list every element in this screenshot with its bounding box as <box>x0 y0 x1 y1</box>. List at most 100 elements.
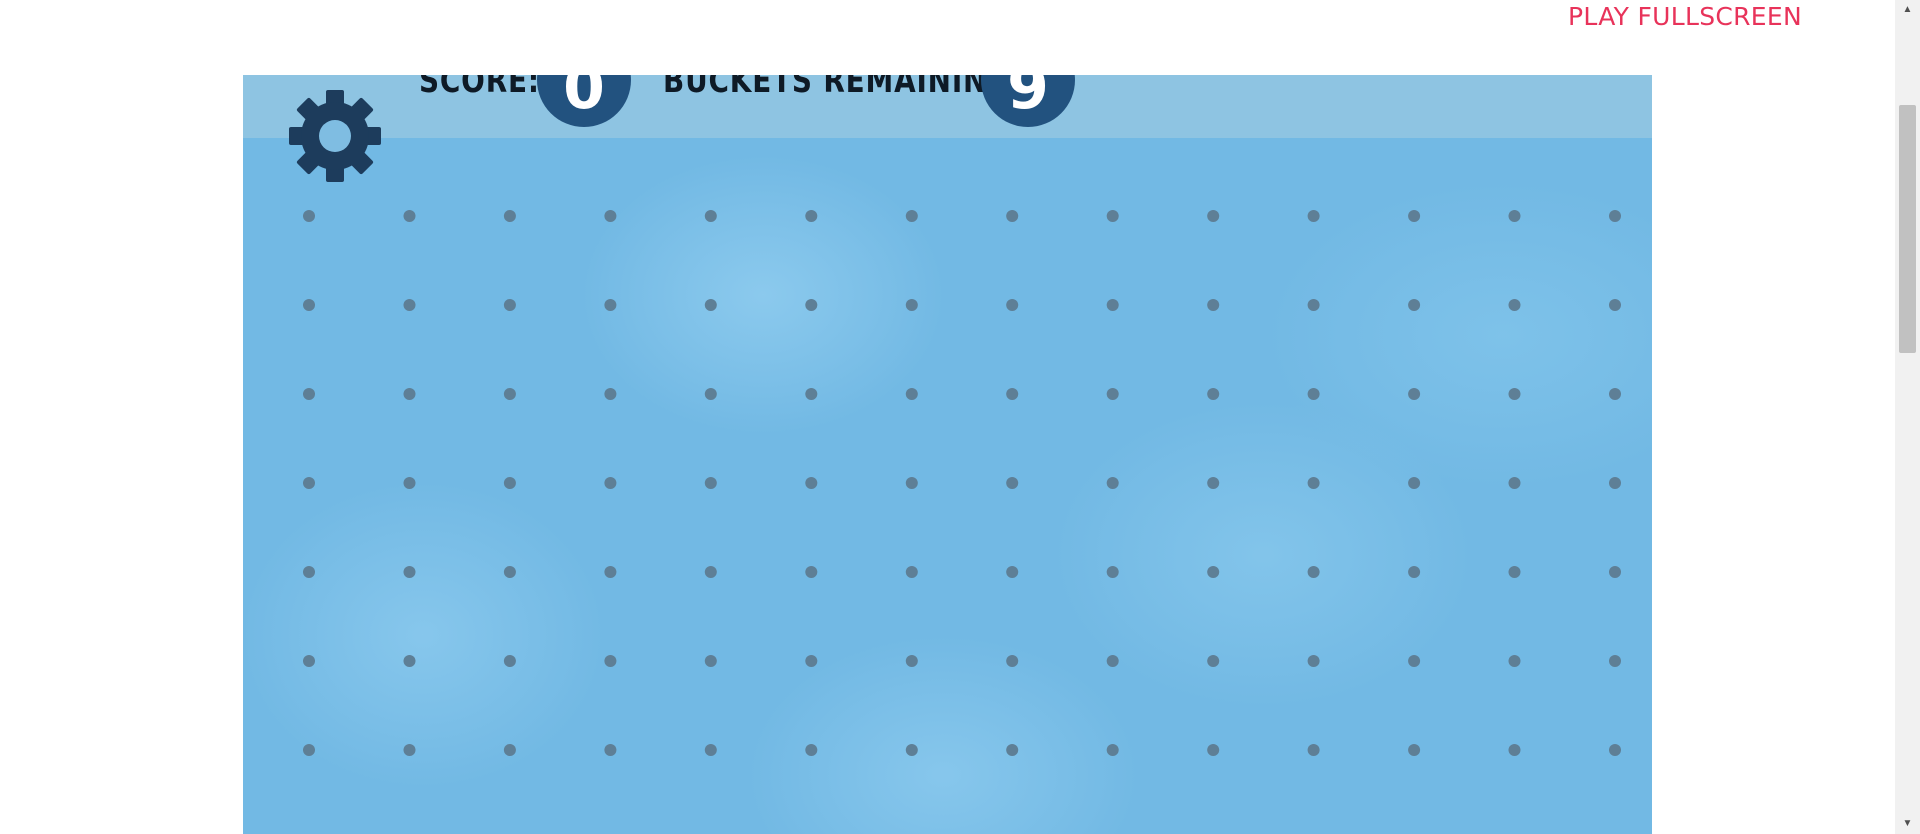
peg <box>1508 299 1521 311</box>
peg <box>1609 655 1621 667</box>
game-board[interactable]: SCORE: 0 BUCKETS REMAINING: 9 <box>243 75 1652 834</box>
peg <box>1508 744 1521 756</box>
peg <box>704 388 717 400</box>
peg <box>805 210 818 222</box>
peg <box>704 210 717 222</box>
peg <box>704 299 717 311</box>
peg <box>604 566 617 578</box>
peg <box>1207 655 1220 667</box>
peg <box>503 566 516 578</box>
peg <box>1307 388 1320 400</box>
peg <box>503 388 516 400</box>
peg <box>805 299 818 311</box>
peg <box>1106 299 1119 311</box>
peg <box>1307 566 1320 578</box>
peg <box>604 299 617 311</box>
peg <box>1307 655 1320 667</box>
peg <box>303 477 315 489</box>
peg <box>1106 210 1119 222</box>
peg <box>1508 477 1521 489</box>
peg <box>1207 477 1220 489</box>
peg <box>1106 388 1119 400</box>
peg <box>1006 388 1019 400</box>
peg <box>1408 566 1421 578</box>
peg <box>1408 744 1421 756</box>
peg <box>303 744 315 756</box>
peg <box>303 566 315 578</box>
peg <box>403 744 416 756</box>
peg <box>403 477 416 489</box>
peg <box>303 655 315 667</box>
peg <box>1106 655 1119 667</box>
peg <box>1006 299 1019 311</box>
peg <box>503 655 516 667</box>
peg <box>1207 299 1220 311</box>
peg <box>905 744 918 756</box>
peg <box>1508 210 1521 222</box>
peg <box>403 388 416 400</box>
peg <box>1006 566 1019 578</box>
peg <box>1006 477 1019 489</box>
peg <box>1207 210 1220 222</box>
peg <box>1307 210 1320 222</box>
peg <box>905 299 918 311</box>
peg <box>1006 744 1019 756</box>
peg <box>604 388 617 400</box>
peg <box>1106 477 1119 489</box>
peg <box>1508 388 1521 400</box>
peg <box>604 744 617 756</box>
peg <box>403 210 416 222</box>
peg <box>704 655 717 667</box>
peg <box>1207 388 1220 400</box>
peg <box>704 477 717 489</box>
peg <box>1609 388 1621 400</box>
peg <box>1006 655 1019 667</box>
peg <box>1508 655 1521 667</box>
peg <box>403 299 416 311</box>
peg <box>1307 477 1320 489</box>
peg <box>604 655 617 667</box>
peg <box>403 566 416 578</box>
peg <box>805 655 818 667</box>
peg <box>503 299 516 311</box>
peg <box>1408 388 1421 400</box>
peg <box>1609 477 1621 489</box>
peg <box>303 388 315 400</box>
peg <box>1609 299 1621 311</box>
peg <box>805 566 818 578</box>
peg-grid <box>303 210 1621 756</box>
peg <box>1307 299 1320 311</box>
peg <box>1207 566 1220 578</box>
peg <box>604 210 617 222</box>
triangle-up-icon[interactable]: ▲ <box>1895 0 1920 20</box>
peg <box>1106 566 1119 578</box>
peg <box>1207 744 1220 756</box>
peg <box>805 388 818 400</box>
peg <box>805 744 818 756</box>
peg <box>503 477 516 489</box>
peg <box>805 477 818 489</box>
peg <box>303 210 315 222</box>
peg <box>704 566 717 578</box>
gear-icon[interactable] <box>289 90 381 182</box>
peg <box>1508 566 1521 578</box>
peg <box>1106 744 1119 756</box>
peg <box>1408 477 1421 489</box>
peg <box>1006 210 1019 222</box>
scrollbar-thumb[interactable] <box>1899 105 1916 353</box>
play-fullscreen-link[interactable]: PLAY FULLSCREEN <box>1568 2 1802 32</box>
peg <box>303 299 315 311</box>
peg <box>1307 744 1320 756</box>
peg <box>1408 210 1421 222</box>
peg <box>905 210 918 222</box>
peg <box>1408 655 1421 667</box>
peg <box>905 477 918 489</box>
page-scrollbar[interactable]: ▲ ▼ <box>1895 0 1920 834</box>
triangle-down-icon[interactable]: ▼ <box>1895 814 1920 834</box>
peg <box>503 210 516 222</box>
peg <box>604 477 617 489</box>
peg <box>1609 566 1621 578</box>
peg <box>905 566 918 578</box>
peg <box>905 388 918 400</box>
peg <box>704 744 717 756</box>
